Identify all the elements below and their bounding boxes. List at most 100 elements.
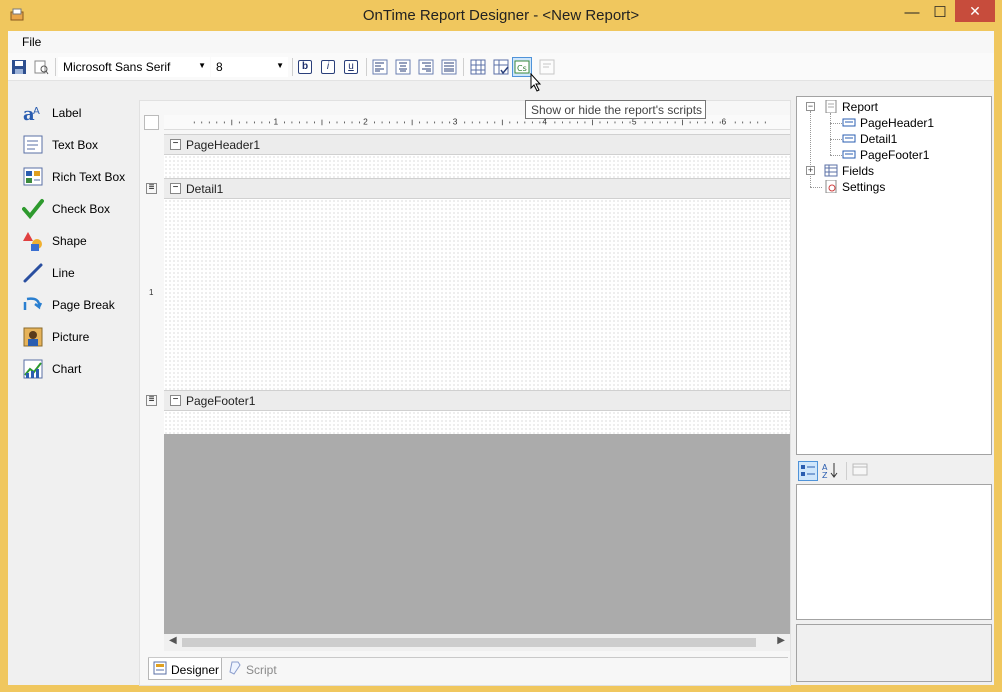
vertical-ruler-mark: 1 <box>149 288 154 297</box>
tree-line <box>830 113 831 155</box>
band-icon <box>842 150 856 159</box>
tree-item-settings[interactable]: Settings <box>825 180 885 194</box>
band-detail[interactable]: − Detail1 <box>164 178 790 199</box>
grid-icon[interactable] <box>470 59 486 75</box>
toolbox-item-text-box[interactable]: Text Box <box>20 131 138 159</box>
tree-label: PageHeader1 <box>860 116 935 130</box>
sort-alpha-icon: AZ <box>822 463 838 480</box>
toolbox-label: Chart <box>52 362 82 376</box>
print-preview-icon[interactable] <box>33 59 49 75</box>
checkbox-icon <box>22 199 44 220</box>
toolbox-label: Shape <box>52 234 87 248</box>
page-footer-section[interactable] <box>164 411 790 434</box>
band-name: Detail1 <box>186 182 224 196</box>
collapse-icon[interactable]: − <box>806 102 815 111</box>
collapse-icon[interactable]: − <box>170 139 181 150</box>
toolbox: aA Label Text Box Rich Text Box Check Bo… <box>8 89 138 389</box>
client-area: File Microsoft Sans Serif ▼ 8 ▼ b i u Cs… <box>8 31 994 686</box>
tree-item-fields[interactable]: Fields <box>824 164 874 178</box>
expand-icon[interactable]: + <box>806 166 815 175</box>
justify-icon[interactable] <box>441 59 457 75</box>
shape-icon <box>23 232 42 251</box>
ruler-mark: 1 <box>274 116 279 126</box>
ruler-corner[interactable] <box>144 115 159 130</box>
toolbox-item-shape[interactable]: Shape <box>20 227 138 255</box>
tree-item-detail[interactable]: Detail1 <box>842 132 898 146</box>
tree-label: Detail1 <box>860 132 898 146</box>
property-grid[interactable] <box>796 484 992 620</box>
band-page-header[interactable]: − PageHeader1 <box>164 134 790 155</box>
property-pages-button[interactable] <box>851 461 871 481</box>
underline-button[interactable]: u <box>344 60 358 74</box>
page-header-section[interactable] <box>164 155 790 178</box>
property-description <box>796 624 992 682</box>
maximize-button[interactable]: ☐ <box>925 2 955 24</box>
detail-section[interactable] <box>164 199 790 390</box>
italic-button[interactable]: i <box>321 60 335 74</box>
font-size-select[interactable]: 8 ▼ <box>211 57 288 77</box>
menu-file[interactable]: File <box>22 35 41 49</box>
toolbox-item-chart[interactable]: Chart <box>20 355 138 383</box>
align-left-icon[interactable] <box>372 59 388 75</box>
scrollbar-thumb[interactable] <box>182 638 756 647</box>
toolbox-label: Label <box>52 106 82 120</box>
align-center-icon[interactable] <box>395 59 411 75</box>
editor-tabs: Designer Script <box>148 657 788 680</box>
title-bar: OnTime Report Designer - <New Report> — … <box>0 0 1002 31</box>
close-button[interactable]: ✕ <box>955 0 995 22</box>
band-icon <box>842 134 856 143</box>
tree-item-report[interactable]: Report <box>825 100 879 114</box>
tree-item-page-footer[interactable]: PageFooter1 <box>842 148 930 162</box>
chevron-down-icon: ▼ <box>276 61 284 70</box>
toolbox-item-check-box[interactable]: Check Box <box>20 195 138 223</box>
align-right-icon[interactable] <box>418 59 434 75</box>
bold-button[interactable]: b <box>298 60 312 74</box>
property-toolbar: AZ <box>796 459 992 483</box>
toolbox-item-label[interactable]: aA Label <box>20 99 138 127</box>
toolbox-label: Text Box <box>52 138 99 152</box>
svg-text:Z: Z <box>822 471 828 479</box>
toolbar-separator <box>292 58 293 76</box>
toolbox-item-rich-text-box[interactable]: Rich Text Box <box>20 163 138 191</box>
report-explorer: − Report PageHeader1 Detail1 PageFooter1… <box>796 96 992 455</box>
tab-script[interactable]: Script <box>224 658 284 680</box>
tree-item-page-header[interactable]: PageHeader1 <box>842 116 935 130</box>
script-tab-icon <box>229 661 241 675</box>
tree-line <box>830 139 842 140</box>
tree-label: PageFooter1 <box>860 148 930 162</box>
font-family-select[interactable]: Microsoft Sans Serif ▼ <box>58 57 210 77</box>
horizontal-scrollbar[interactable]: ◀ ▶ <box>164 634 790 651</box>
script-icon: Cs <box>514 60 530 74</box>
report-designer: 1 2 3 4 5 6 − PageHeader1 ≡ − Detail1 1 … <box>139 100 791 686</box>
categorized-button[interactable] <box>798 461 818 481</box>
chevron-down-icon: ▼ <box>198 61 206 70</box>
picture-icon <box>23 327 43 347</box>
tree-label: Report <box>842 100 879 114</box>
collapse-icon[interactable]: − <box>170 395 181 406</box>
canvas-background <box>164 434 790 634</box>
svg-text:A: A <box>33 106 40 117</box>
tab-designer[interactable]: Designer <box>148 658 222 680</box>
scroll-right-icon[interactable]: ▶ <box>777 635 785 646</box>
scroll-left-icon[interactable]: ◀ <box>169 635 177 646</box>
minimize-button[interactable]: — <box>897 2 927 24</box>
toolbox-item-line[interactable]: Line <box>20 259 138 287</box>
alphabetical-button[interactable]: AZ <box>821 461 841 481</box>
fields-icon <box>824 164 838 177</box>
window-title: OnTime Report Designer - <New Report> <box>362 7 640 24</box>
save-icon[interactable] <box>11 59 27 75</box>
band-page-footer[interactable]: − PageFooter1 <box>164 390 790 411</box>
label-icon: aA <box>23 104 40 124</box>
toolbar-separator <box>463 58 464 76</box>
toolbox-label: Page Break <box>52 298 115 312</box>
toolbar: Microsoft Sans Serif ▼ 8 ▼ b i u Cs <box>8 53 994 81</box>
collapse-icon[interactable]: − <box>170 183 181 194</box>
snap-to-grid-icon[interactable] <box>493 59 509 75</box>
toolbox-item-page-break[interactable]: Page Break <box>20 291 138 319</box>
tooltip: Show or hide the report's scripts <box>525 100 706 119</box>
svg-text:Cs: Cs <box>517 64 527 73</box>
toolbox-label: Rich Text Box <box>52 170 126 184</box>
toolbox-item-picture[interactable]: Picture <box>20 323 138 351</box>
toggle-scripts-button[interactable]: Cs <box>512 57 532 77</box>
toolbox-label: Picture <box>52 330 90 344</box>
